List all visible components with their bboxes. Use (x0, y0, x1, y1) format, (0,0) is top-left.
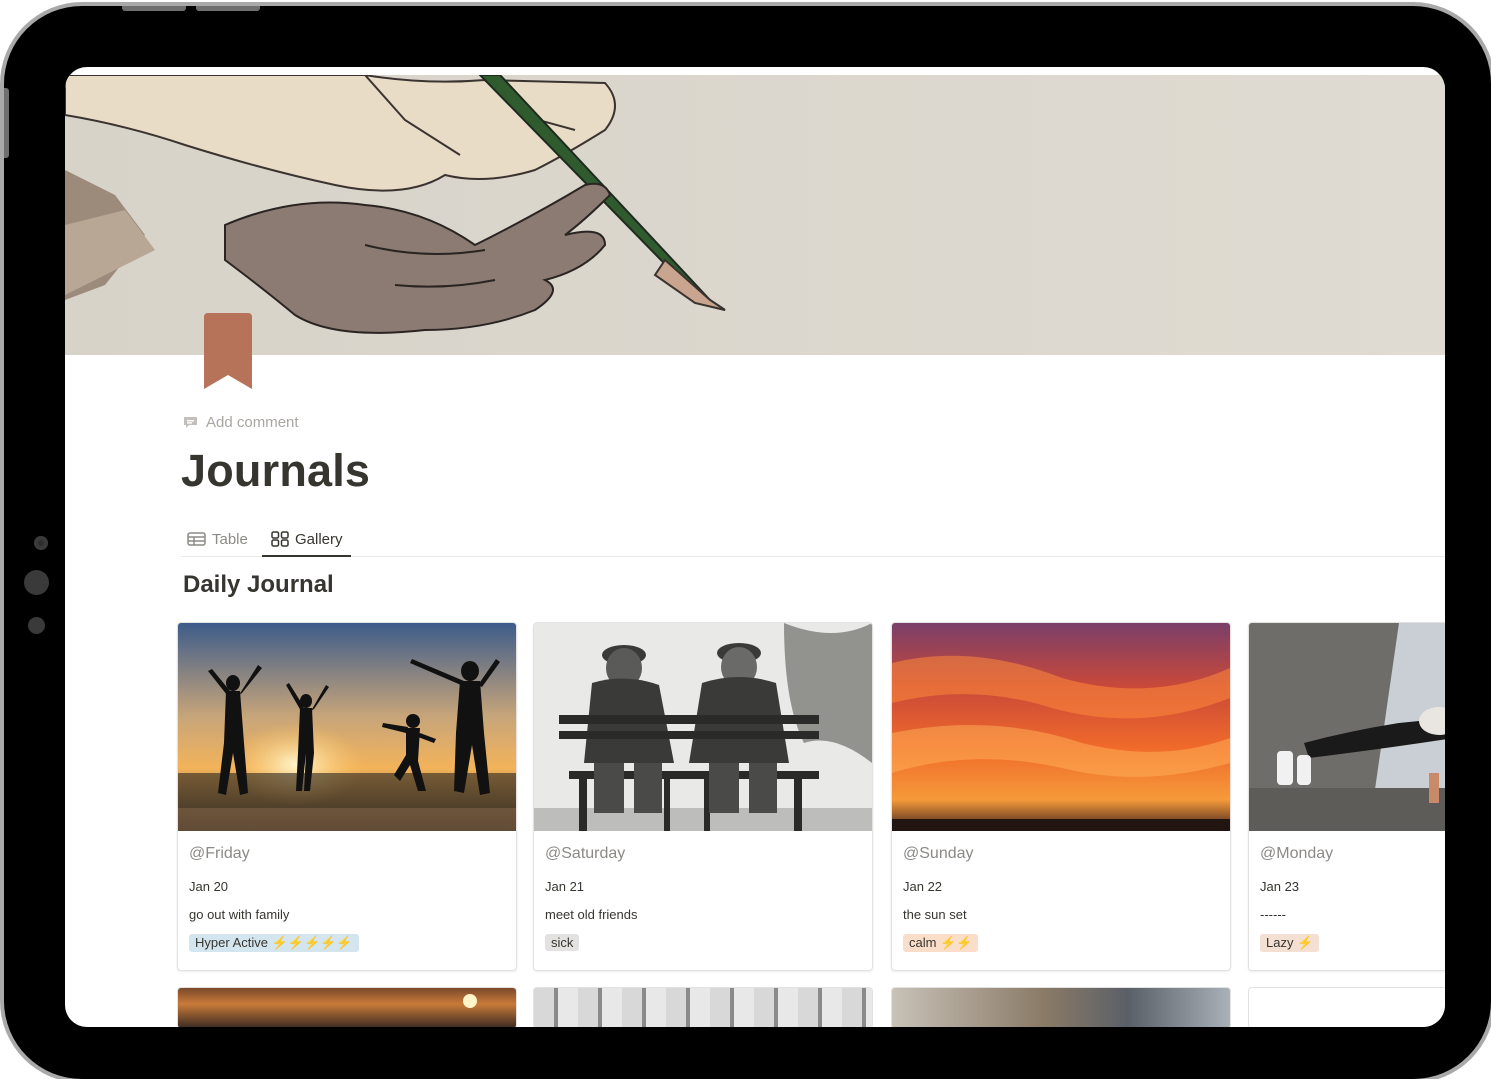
card-date: Jan 23 (1260, 879, 1300, 894)
lightning-icon: ⚡⚡⚡⚡⚡ (271, 935, 353, 950)
tablet-top-button (122, 6, 186, 11)
card-note: the sun set (903, 907, 967, 922)
mood-tag: calm ⚡⚡ (903, 934, 979, 952)
gallery-grid-icon (271, 531, 289, 547)
lightning-icon: ⚡ (1297, 935, 1314, 950)
card-date: Jan 21 (545, 879, 585, 894)
tab-label: Table (212, 530, 248, 548)
card-note: go out with family (189, 907, 290, 922)
cover-image (65, 75, 1445, 355)
card-cover-image (892, 623, 1230, 831)
card-day: @Monday (1260, 845, 1334, 862)
mood-tag: Lazy ⚡ (1260, 934, 1320, 952)
card-cover-image (1249, 623, 1445, 831)
add-comment-button[interactable]: Add comment (183, 414, 299, 431)
tab-label: Gallery (295, 530, 343, 548)
mood-tag-label: sick (551, 935, 574, 950)
card-day: @Saturday (545, 845, 626, 862)
gallery-card[interactable] (891, 987, 1231, 1027)
mood-tag-label: calm (909, 935, 937, 950)
mood-tag-label: Lazy (1266, 935, 1294, 950)
view-tabs: Table Gallery (181, 522, 1445, 557)
table-icon (187, 532, 206, 546)
tablet-side-button (4, 88, 9, 158)
notion-page: Add comment Journals Table Gallery Daily… (65, 67, 1445, 1027)
card-day: @Friday (189, 845, 250, 862)
gallery-card[interactable]: @Monday Jan 23 ------ Lazy ⚡ (1248, 622, 1445, 971)
add-comment-label: Add comment (206, 414, 299, 431)
gallery-card[interactable] (177, 987, 517, 1027)
gallery-card[interactable]: @Friday Jan 20 go out with family Hyper … (177, 622, 517, 971)
card-note: meet old friends (545, 907, 638, 922)
camera-lens (24, 570, 49, 595)
mood-tag: Hyper Active ⚡⚡⚡⚡⚡ (189, 934, 359, 952)
tablet-frame: Add comment Journals Table Gallery Daily… (4, 6, 1491, 1079)
gallery-card[interactable] (533, 987, 873, 1027)
page-title[interactable]: Journals (181, 445, 370, 497)
card-date: Jan 20 (189, 879, 229, 894)
card-day: @Sunday (903, 845, 974, 862)
gallery-card[interactable]: @Saturday Jan 21 meet old friends sick (533, 622, 873, 971)
comment-icon (184, 417, 197, 428)
card-note: ------ (1260, 907, 1286, 922)
view-title: Daily Journal (183, 571, 334, 598)
card-cover-image (463, 994, 477, 1008)
card-date: Jan 22 (903, 879, 943, 894)
card-cover-image (534, 623, 872, 831)
lightning-icon: ⚡⚡ (940, 935, 973, 950)
camera-dot (34, 536, 48, 550)
gallery-card[interactable] (1248, 987, 1445, 1027)
gallery: @Friday Jan 20 go out with family Hyper … (177, 622, 1445, 1027)
tab-gallery[interactable]: Gallery (262, 522, 351, 557)
tablet-top-button (196, 6, 260, 11)
bookmark-icon[interactable] (204, 313, 252, 389)
card-cover-image (178, 623, 516, 831)
mood-tag-label: Hyper Active (195, 935, 268, 950)
sensor-dot (28, 617, 45, 634)
gallery-card[interactable]: @Sunday Jan 22 the sun set calm ⚡⚡ (891, 622, 1231, 971)
tab-table[interactable]: Table (187, 522, 248, 556)
mood-tag: sick (545, 934, 580, 951)
